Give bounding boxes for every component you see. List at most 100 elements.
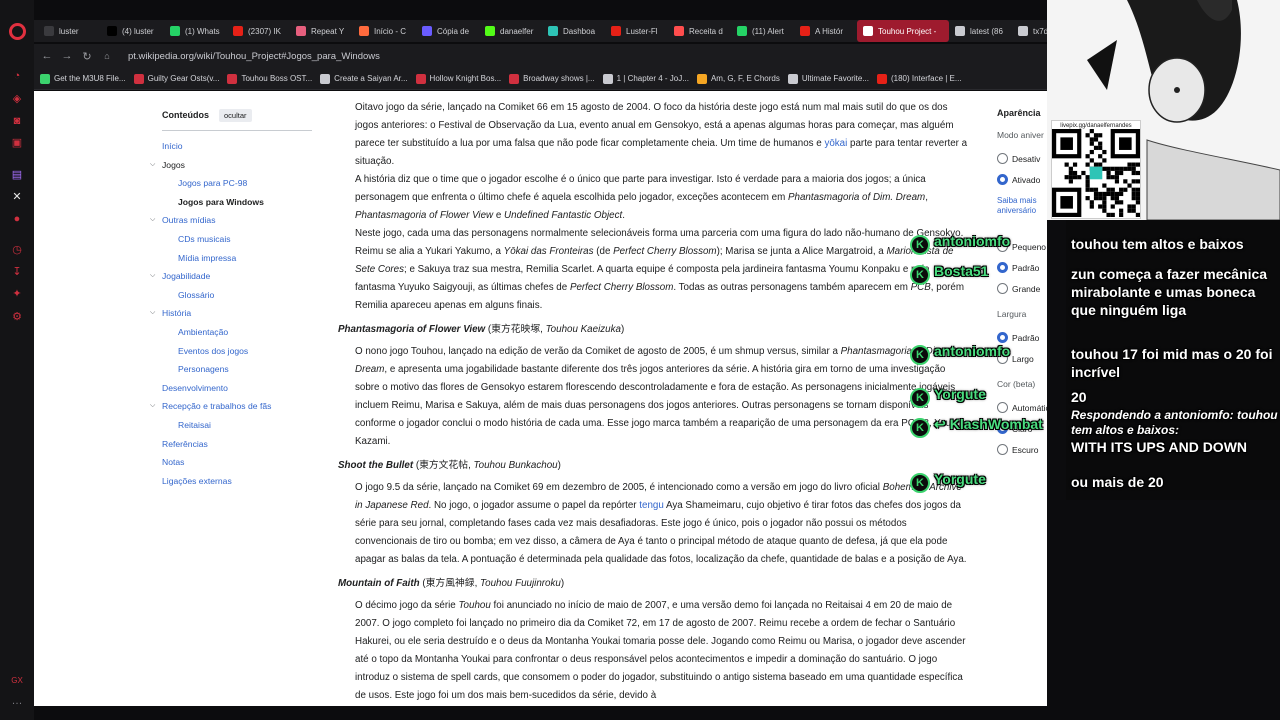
tab-favicon-icon bbox=[485, 26, 495, 36]
chat-text: WITH ITS UPS AND DOWN bbox=[1071, 439, 1248, 455]
toc-item-8[interactable]: Glossário bbox=[162, 286, 312, 305]
tab-10[interactable]: Receita d bbox=[668, 20, 731, 42]
toc-item-2[interactable]: Jogos para PC-98 bbox=[162, 174, 312, 193]
tab-3[interactable]: (2307) IK bbox=[227, 20, 290, 42]
toc-item-13[interactable]: Desenvolvimento bbox=[162, 379, 312, 398]
history-icon[interactable]: ◷ bbox=[9, 242, 25, 258]
chat-username[interactable]: KlashWombat bbox=[950, 416, 1043, 438]
toc-title: Conteúdos bbox=[162, 110, 209, 120]
tab-1[interactable]: (4) luster bbox=[101, 20, 164, 42]
chat-username[interactable]: Bosta51 bbox=[934, 263, 988, 285]
tab-0[interactable]: luster bbox=[38, 20, 101, 42]
tab-favicon-icon bbox=[611, 26, 621, 36]
toc-divider bbox=[162, 130, 312, 131]
tab-8[interactable]: Dashboa bbox=[542, 20, 605, 42]
bookmark-2[interactable]: Touhou Boss OST... bbox=[227, 73, 312, 84]
toc-item-17[interactable]: Notas bbox=[162, 453, 312, 472]
link-youkai[interactable]: yōkai bbox=[824, 138, 847, 149]
bookmark-4[interactable]: Hollow Knight Bos... bbox=[415, 73, 501, 84]
toc-item-14[interactable]: ⌵ Recepção e trabalhos de fãs bbox=[150, 397, 312, 416]
chevron-down-icon[interactable]: ⌵ bbox=[150, 267, 155, 285]
bookmark-8[interactable]: Ultimate Favorite... bbox=[787, 73, 869, 84]
toc-item-4[interactable]: ⌵ Outras mídias bbox=[150, 211, 312, 230]
flow-icon[interactable]: ◔ bbox=[9, 68, 25, 84]
twitch-icon[interactable]: ▤ bbox=[9, 167, 25, 183]
bookmark-6[interactable]: 1 | Chapter 4 - JoJ... bbox=[602, 73, 689, 84]
chevron-down-icon[interactable]: ⌵ bbox=[150, 211, 155, 229]
chat-username[interactable]: antoniomfo bbox=[934, 233, 1010, 255]
toc-item-16[interactable]: Referências bbox=[162, 435, 312, 454]
link-tengu[interactable]: tengu bbox=[639, 500, 664, 511]
chevron-down-icon[interactable]: ⌵ bbox=[150, 156, 155, 174]
kick-badge-icon: K bbox=[910, 473, 930, 493]
tab-2[interactable]: (1) Whats bbox=[164, 20, 227, 42]
bookmark-3[interactable]: Create a Saiyan Ar... bbox=[320, 73, 408, 84]
toc-list: Início ⌵ Jogos Jogos para PC-98 Jogos para W… bbox=[150, 137, 312, 491]
learn-more-link[interactable]: Saiba mais aniversário bbox=[997, 196, 1047, 216]
tab-14[interactable]: latest (86 bbox=[949, 20, 1012, 42]
chat-reply-context: Respondendo a antoniomfo: touhou tem alt… bbox=[1071, 408, 1278, 437]
chevron-down-icon[interactable]: ⌵ bbox=[150, 397, 155, 415]
chat-text: touhou 17 foi mid mas o 20 foi incrível bbox=[1071, 346, 1273, 380]
bookmark-0[interactable]: Get the M3U8 File... bbox=[40, 73, 126, 84]
tab-11[interactable]: (11) Alert bbox=[731, 20, 794, 42]
toc-item-1[interactable]: ⌵ Jogos bbox=[150, 156, 312, 175]
mode_options-option-1[interactable]: Ativado bbox=[997, 169, 1047, 190]
settings-icon[interactable]: ⚙ bbox=[9, 309, 25, 325]
music-icon[interactable]: ● bbox=[9, 211, 25, 227]
url-text[interactable]: pt.wikipedia.org/wiki/Touhou_Project#Jog… bbox=[128, 51, 380, 62]
tab-label: Touhou Project - bbox=[878, 26, 937, 36]
toc-item-9[interactable]: ⌵ História bbox=[150, 304, 312, 323]
radio-icon[interactable] bbox=[997, 174, 1008, 185]
reload-icon[interactable]: ↻ bbox=[80, 50, 94, 63]
bookmark-favicon-icon bbox=[40, 73, 50, 84]
mode_options-option-0[interactable]: Desativ bbox=[997, 148, 1047, 169]
chat-message: Kantoniomfo bbox=[910, 233, 1010, 255]
gx-icon[interactable]: GX bbox=[9, 673, 25, 689]
kick-badge-icon: K bbox=[910, 388, 930, 408]
back-icon[interactable]: ← bbox=[40, 50, 54, 62]
tab-13[interactable]: Touhou Project - bbox=[857, 20, 949, 42]
chat-username[interactable]: Yorgute bbox=[934, 386, 986, 408]
toc-item-5[interactable]: CDs musicais bbox=[162, 230, 312, 249]
bookmark-7[interactable]: Am, G, F, E Chords bbox=[696, 73, 780, 84]
tab-12[interactable]: A Histór bbox=[794, 20, 857, 42]
opera-logo-icon[interactable] bbox=[9, 23, 26, 40]
instagram-icon[interactable]: ▣ bbox=[9, 135, 25, 151]
x-icon[interactable]: ✕ bbox=[9, 189, 25, 205]
toc-item-15[interactable]: Reitaisai bbox=[162, 416, 312, 435]
toc-item-11[interactable]: Eventos dos jogos bbox=[162, 342, 312, 361]
toc-item-6[interactable]: Mídia impressa bbox=[162, 249, 312, 268]
toc-item-label: Ligações externas bbox=[162, 475, 232, 486]
toc-item-18[interactable]: Ligações externas bbox=[162, 472, 312, 491]
bookmark-1[interactable]: Guilty Gear Osts(v... bbox=[133, 73, 219, 84]
toc-item-12[interactable]: Personagens bbox=[162, 360, 312, 379]
downloads-icon[interactable]: ↧ bbox=[9, 264, 25, 280]
bookmark-favicon-icon bbox=[876, 73, 887, 84]
toc-item-label: Início bbox=[162, 141, 183, 151]
toc-item-0[interactable]: Início bbox=[162, 137, 312, 156]
toc-item-7[interactable]: ⌵ Jogabilidade bbox=[150, 267, 312, 286]
aria-icon[interactable]: ◈ bbox=[9, 91, 25, 107]
chevron-down-icon[interactable]: ⌵ bbox=[150, 304, 155, 322]
toc-hide-button[interactable]: ocultar bbox=[219, 108, 252, 122]
tab-7[interactable]: danaelfer bbox=[479, 20, 542, 42]
bookmark-5[interactable]: Broadway shows |... bbox=[509, 73, 595, 84]
messenger-icon[interactable]: ◙ bbox=[9, 113, 25, 129]
chat-username[interactable]: Yorgute bbox=[934, 471, 986, 493]
tab-6[interactable]: Cópia de bbox=[416, 20, 479, 42]
toc-item-label: Jogos para PC-98 bbox=[178, 178, 248, 189]
tab-favicon-icon bbox=[422, 26, 432, 36]
chat-message: K Yorgute bbox=[910, 386, 986, 408]
forward-icon[interactable]: → bbox=[60, 50, 74, 62]
tab-9[interactable]: Luster-Fl bbox=[605, 20, 668, 42]
toc-item-3[interactable]: Jogos para Windows bbox=[162, 193, 312, 212]
extensions-icon[interactable]: ✦ bbox=[9, 286, 25, 302]
tab-5[interactable]: Início - C bbox=[353, 20, 416, 42]
radio-icon[interactable] bbox=[997, 153, 1008, 164]
chat-username[interactable]: antoniomfo bbox=[934, 343, 1010, 365]
more-icon[interactable]: … bbox=[9, 693, 25, 709]
bookmark-9[interactable]: (180) Interface | E... bbox=[876, 73, 962, 84]
tab-4[interactable]: Repeat Y bbox=[290, 20, 353, 42]
toc-item-10[interactable]: Ambientação bbox=[162, 323, 312, 342]
